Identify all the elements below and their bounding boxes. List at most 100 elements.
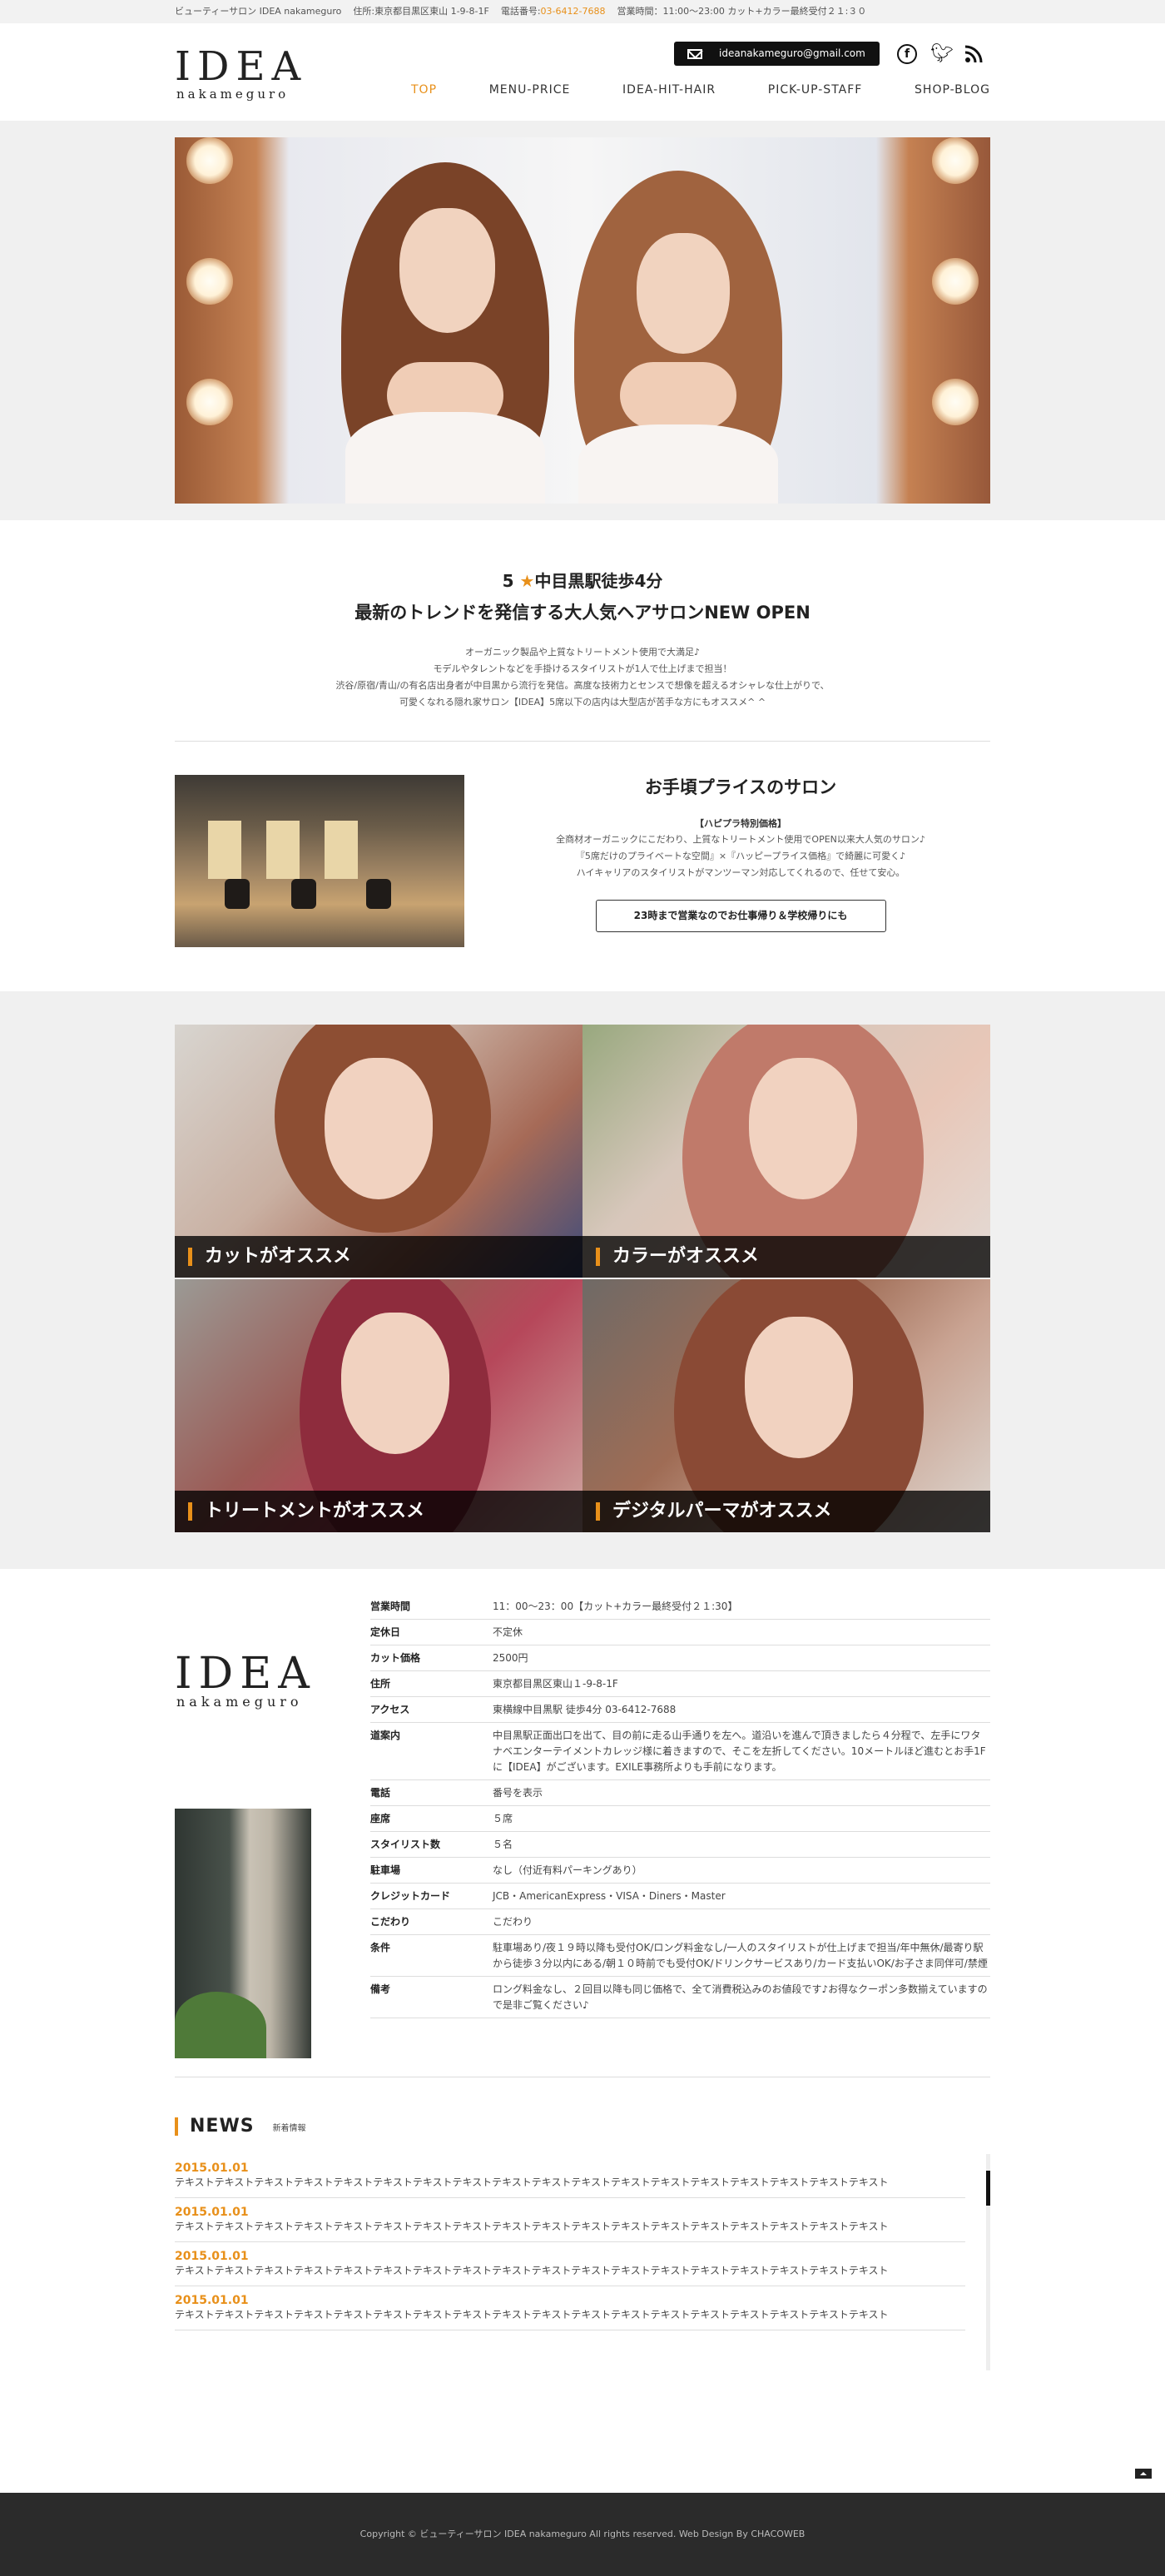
shop-info-section: IDEA nakameguro 営業時間 11：00～23：00【カット+カラー最… <box>175 1569 990 2058</box>
topbar-phone[interactable]: 03-6412-7688 <box>541 6 606 17</box>
info-value: JCB・AmericanExpress・VISA・Diners・Master <box>493 1883 990 1909</box>
info-key: 電話 <box>370 1779 493 1806</box>
star-icon: ★ <box>519 571 535 591</box>
site-header: IDEA nakameguro ideanakameguro@gmail.com… <box>0 23 1165 121</box>
info-value: なし（付近有料パーキングあり） <box>493 1857 990 1884</box>
info-key: 道案内 <box>370 1722 493 1780</box>
news-scroll-thumb[interactable] <box>986 2171 990 2206</box>
email-address: ideanakameguro@gmail.com <box>719 47 865 59</box>
info-value: 中目黒駅正面出口を出て、目の前に走る山手通りを左へ。道沿いを進んで頂きましたら４… <box>493 1722 990 1780</box>
nav-idea-hit-hair[interactable]: IDEA-HIT-HAIR <box>622 83 716 97</box>
info-row: クレジットカード JCB・AmericanExpress・VISA・Diners・… <box>370 1883 990 1909</box>
salon-subtitle: 【ハピプラ特別価格】 <box>695 818 786 829</box>
info-row: 座席 ５席 <box>370 1805 990 1832</box>
recommend-tile-digital-perm[interactable]: デジタルパーマがオススメ <box>582 1279 990 1532</box>
info-row: こだわり こだわり <box>370 1908 990 1935</box>
recommend-label: カットがオススメ <box>175 1236 582 1278</box>
recommend-band: カットがオススメ カラーがオススメ トリートメントがオススメ デジタルパーマがオ… <box>0 991 1165 1569</box>
info-row: 駐車場 なし（付近有料パーキングあり） <box>370 1857 990 1884</box>
info-key: クレジットカード <box>370 1883 493 1909</box>
info-value: 番号を表示 <box>493 1779 990 1806</box>
news-date: 2015.01.01 <box>175 2162 249 2175</box>
info-key: 住所 <box>370 1670 493 1697</box>
page-top-button[interactable] <box>1135 2469 1152 2479</box>
info-key: 座席 <box>370 1805 493 1832</box>
news-text: テキストテキストテキストテキストテキストテキストテキストテキストテキストテキスト… <box>175 2176 889 2188</box>
news-text: テキストテキストテキストテキストテキストテキストテキストテキストテキストテキスト… <box>175 2265 889 2276</box>
topbar-phone-label: 電話番号: <box>500 6 541 17</box>
recommend-label: デジタルパーマがオススメ <box>582 1491 990 1532</box>
info-value: 2500円 <box>493 1645 990 1671</box>
twitter-icon[interactable]: 🐦︎ <box>930 44 954 64</box>
nav-top[interactable]: TOP <box>411 83 437 97</box>
intro-headline: 5 ★中目黒駅徒歩4分 <box>502 571 663 591</box>
topbar-hours: 営業時間：11:00～23:00 カット+カラー最終受付２１:３０ <box>617 6 867 17</box>
info-key: 駐車場 <box>370 1857 493 1884</box>
news-scrollbar[interactable] <box>986 2154 990 2370</box>
info-value: 東京都目黒区東山１-9-8-1F <box>493 1670 990 1697</box>
info-key: 定休日 <box>370 1619 493 1645</box>
intro-description: オーガニック製品や上質なトリートメント使用で大満足♪ モデルやタレントなどを手掛… <box>335 647 830 707</box>
info-row: 営業時間 11：00～23：00【カット+カラー最終受付２１:30】 <box>370 1594 990 1620</box>
info-value: 11：00～23：00【カット+カラー最終受付２１:30】 <box>493 1594 990 1620</box>
site-footer: Copyright © ビューティーサロン IDEA nakameguro Al… <box>0 2493 1165 2576</box>
info-key: 条件 <box>370 1934 493 1977</box>
info-logo-sub: nakameguro <box>176 1694 303 1710</box>
news-text: テキストテキストテキストテキストテキストテキストテキストテキストテキストテキスト… <box>175 2309 889 2320</box>
rss-icon[interactable] <box>964 44 984 64</box>
info-key: 備考 <box>370 1976 493 2018</box>
news-list[interactable]: 2015.01.01 テキストテキストテキストテキストテキストテキストテキストテキ… <box>175 2154 990 2370</box>
info-row: 道案内 中目黒駅正面出口を出て、目の前に走る山手通りを左へ。道沿いを進んで頂きまし… <box>370 1722 990 1780</box>
copyright: Copyright © ビューティーサロン IDEA nakameguro Al… <box>359 2529 806 2539</box>
hero-image <box>175 137 990 504</box>
info-row: 備考 ロング料金なし、２回目以降も同じ価格で、全て消費税込みのお値段です♪お得なク… <box>370 1976 990 2018</box>
info-value: 不定休 <box>493 1619 990 1645</box>
topbar-address: 住所:東京都目黒区東山 1-9-8-1F <box>353 6 489 17</box>
intro-section: 5 ★中目黒駅徒歩4分 最新のトレンドを発信する大人気ヘアサロンNEW OPEN… <box>175 520 990 711</box>
news-item[interactable]: 2015.01.01 テキストテキストテキストテキストテキストテキストテキストテキ… <box>175 2198 965 2242</box>
shop-exterior-photo <box>175 1809 311 2058</box>
info-value: 駐車場あり/夜１９時以降も受付OK/ロング料金なし/一人のスタイリストが仕上げま… <box>493 1934 990 1977</box>
info-value: ５席 <box>493 1805 990 1832</box>
open-late-button[interactable]: 23時まで営業なのでお仕事帰り＆学校帰りにも <box>595 900 886 932</box>
recommend-tile-color[interactable]: カラーがオススメ <box>582 1025 990 1278</box>
email-button[interactable]: ideanakameguro@gmail.com <box>674 42 880 66</box>
info-key: カット価格 <box>370 1645 493 1671</box>
info-row: 電話 番号を表示 <box>370 1779 990 1806</box>
recommend-label: トリートメントがオススメ <box>175 1491 582 1532</box>
news-item[interactable]: 2015.01.01 テキストテキストテキストテキストテキストテキストテキストテキ… <box>175 2286 965 2330</box>
site-logo[interactable]: IDEA nakameguro <box>175 47 307 102</box>
news-date: 2015.01.01 <box>175 2294 249 2307</box>
shop-info-table: 営業時間 11：00～23：00【カット+カラー最終受付２１:30】 定休日 不定休カ… <box>370 1594 990 2018</box>
recommend-tile-cut[interactable]: カットがオススメ <box>175 1025 582 1278</box>
info-value: ロング料金なし、２回目以降も同じ価格で、全て消費税込みのお値段です♪お得なクーポ… <box>493 1976 990 2018</box>
info-row: スタイリスト数 ５名 <box>370 1831 990 1858</box>
info-value: 東横線中目黒駅 徒歩4分 03-6412-7688 <box>493 1696 990 1723</box>
salon-section: お手頃プライスのサロン 【ハピプラ特別価格】 全商材オーガニックにこだわり、上質… <box>175 742 990 991</box>
nav-shop-blog[interactable]: SHOP-BLOG <box>915 83 990 97</box>
top-info-bar: ビューティーサロン IDEA nakameguro 住所:東京都目黒区東山 1-… <box>0 0 1165 23</box>
info-key: こだわり <box>370 1908 493 1935</box>
facebook-icon[interactable]: f <box>897 44 917 64</box>
news-item[interactable]: 2015.01.01 テキストテキストテキストテキストテキストテキストテキストテキ… <box>175 2154 965 2198</box>
nav-pick-up-staff[interactable]: PICK-UP-STAFF <box>768 83 863 97</box>
info-row: 条件 駐車場あり/夜１９時以降も受付OK/ロング料金なし/一人のスタイリストが仕上… <box>370 1934 990 1977</box>
nav-menu-price[interactable]: MENU-PRICE <box>489 83 571 97</box>
salon-title: お手頃プライスのサロン <box>644 777 837 797</box>
news-date: 2015.01.01 <box>175 2206 249 2219</box>
recommend-grid: カットがオススメ カラーがオススメ トリートメントがオススメ デジタルパーマがオ… <box>175 1025 990 1532</box>
salon-description: 全商材オーガニックにこだわり、上質なトリートメント使用でOPEN以来大人気のサロ… <box>556 834 925 878</box>
news-item[interactable]: 2015.01.01 テキストテキストテキストテキストテキストテキストテキストテキ… <box>175 2242 965 2286</box>
envelope-icon <box>687 49 702 59</box>
recommend-tile-treatment[interactable]: トリートメントがオススメ <box>175 1279 582 1532</box>
info-row: カット価格 2500円 <box>370 1645 990 1671</box>
recommend-label: カラーがオススメ <box>582 1236 990 1278</box>
info-logo: IDEA nakameguro <box>175 1652 316 1710</box>
hero-band <box>0 121 1165 520</box>
info-key: アクセス <box>370 1696 493 1723</box>
intro-subheadline: 最新のトレンドを発信する大人気ヘアサロンNEW OPEN <box>354 603 811 623</box>
logo-sub-text: nakameguro <box>176 87 290 102</box>
salon-interior-photo <box>175 775 464 947</box>
info-value: ５名 <box>493 1831 990 1858</box>
news-date: 2015.01.01 <box>175 2250 249 2263</box>
